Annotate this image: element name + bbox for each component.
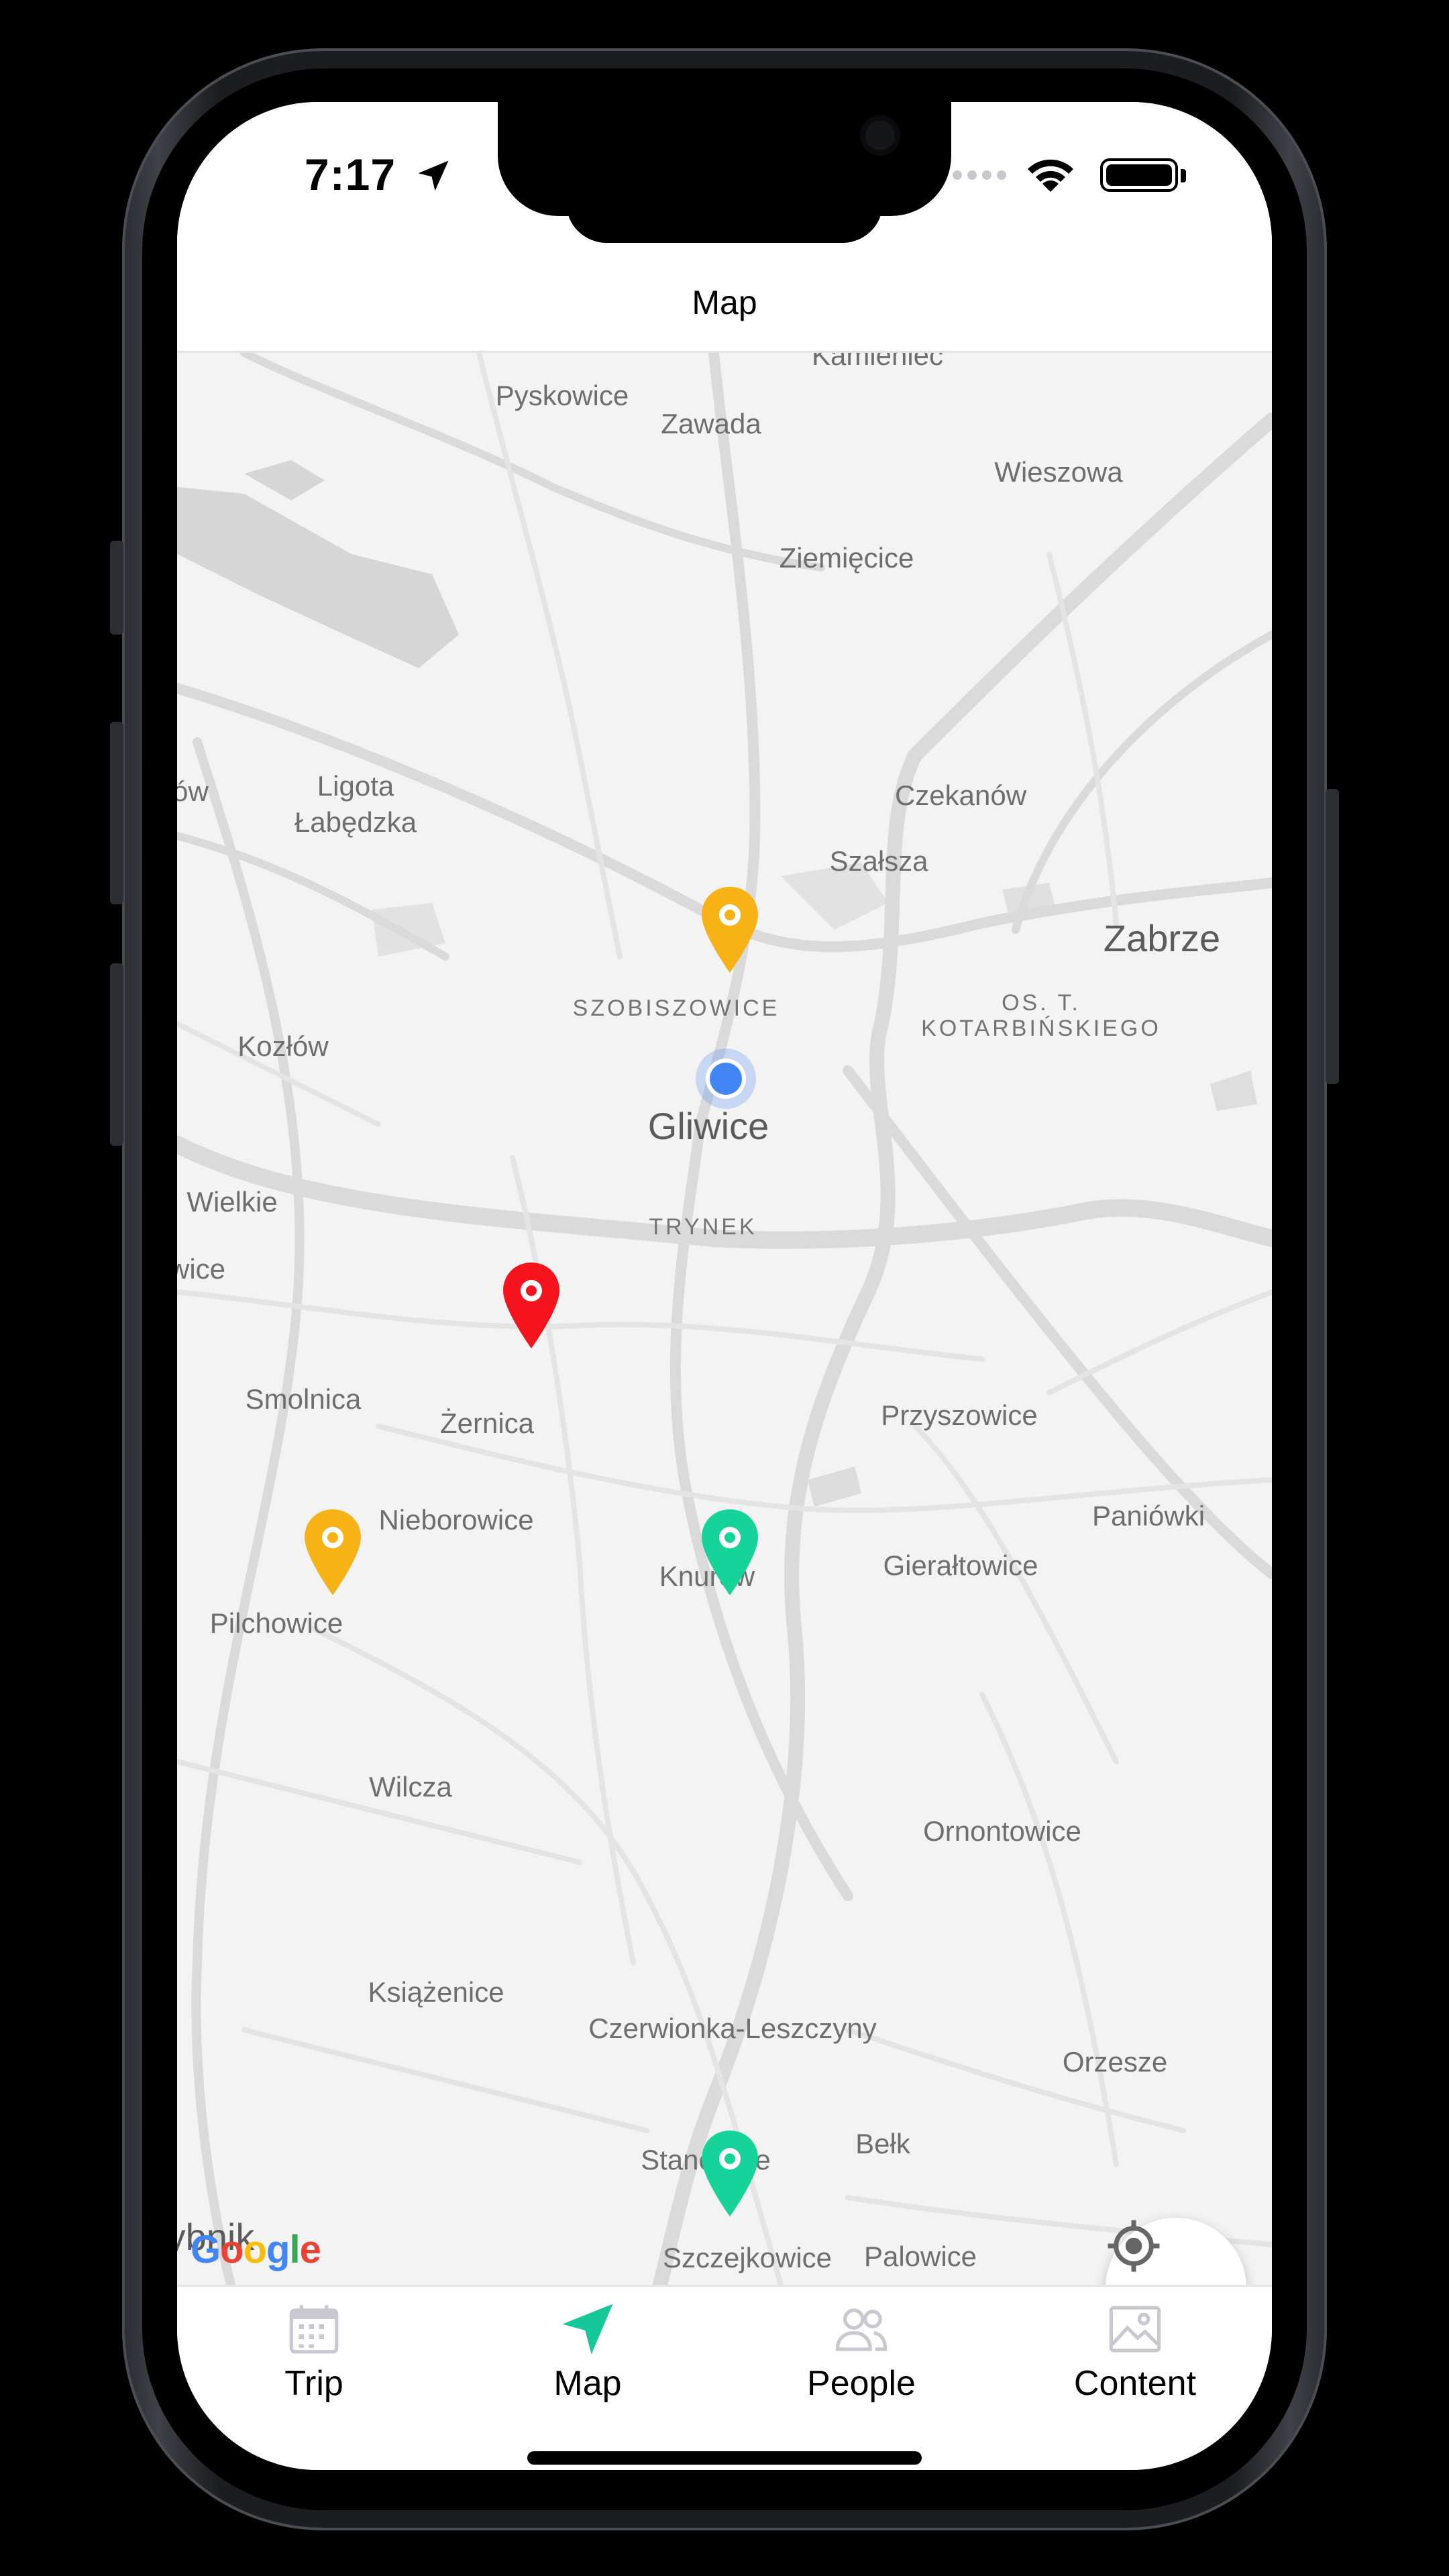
place-label: Pilchowice [209,1607,343,1639]
place-label: Kozłów [237,1030,329,1062]
place-label: Zawada [661,408,761,439]
home-indicator[interactable] [527,2451,922,2465]
crosshair-icon [1108,2220,1160,2272]
map-pin-red[interactable] [499,1260,564,1351]
place-label: SZOBISZOWICE [572,996,780,1021]
place-label: Wielkie [186,1186,278,1218]
place-label: Czekanów [894,780,1027,811]
place-label: Ligota [317,770,394,802]
place-label: ów [177,775,209,807]
wifi-icon [1028,159,1073,192]
cellular-signal-icon [953,170,1012,183]
people-icon [835,2308,888,2351]
image-icon [1109,2306,1161,2353]
place-label: Orzesze [1062,2046,1168,2078]
place-label: Gliwice [647,1105,769,1147]
notch-lower [566,182,883,243]
nav-header: Map [177,250,1272,353]
google-logo: Google [191,2228,321,2271]
place-label: KOTARBIŃSKIEGO [921,1016,1161,1041]
status-bar: 7:17 [177,102,1272,250]
side-button-mute [110,541,123,635]
place-label: TRYNEK [649,1214,757,1240]
place-label: Wilcza [369,1771,452,1803]
place-label: Pyskowice [495,380,629,411]
place-label: Nieborowice [378,1504,534,1536]
navigation-arrow-icon [562,2304,613,2355]
place-label: Książenice [368,1976,504,2008]
tab-label: Trip [284,2364,343,2403]
map-pin-yellow[interactable] [301,1507,365,1598]
battery-icon [1100,158,1178,192]
tab-label: Content [1073,2364,1197,2403]
side-button-volume-up [110,722,123,904]
user-location-dot [696,1049,756,1109]
location-arrow-icon [418,160,449,191]
place-label: Ziemięcice [779,542,914,574]
place-label: Kamieniec [811,353,944,371]
tab-bar: Trip Map People Content [177,2285,1272,2470]
tab-people[interactable]: People [724,2299,998,2413]
tab-content[interactable]: Content [998,2299,1272,2413]
place-label: Ornontowice [923,1815,1081,1847]
place-label: Łabędzka [294,806,417,838]
side-button-power [1326,789,1339,1084]
place-label: Przyszowice [881,1399,1038,1431]
place-label: Żernica [439,1407,535,1439]
map-view[interactable]: Kamieniec Pyskowice Zawada Wieszowa Ziem… [177,353,1272,2285]
page-title: Map [692,284,757,321]
place-label: Paniówki [1091,1500,1205,1532]
place-label: OS. T. [1002,990,1081,1016]
place-label: Wieszowa [994,456,1123,488]
map-roads [177,353,1272,2285]
place-label: Palowice [863,2241,977,2272]
tab-label: Map [553,2364,622,2403]
map-pin-green[interactable] [698,2128,762,2219]
place-label: Smolnica [245,1383,362,1415]
camera [860,115,900,156]
place-label: Szczejkowice [662,2242,833,2273]
map-pin-yellow[interactable] [698,884,762,975]
place-label: Bełk [855,2128,910,2159]
tab-trip[interactable]: Trip [177,2299,451,2413]
tab-map[interactable]: Map [451,2299,724,2413]
place-label: Szałsza [829,845,928,877]
status-time: 7:17 [305,150,396,199]
calendar-icon [289,2305,339,2354]
map-pin-green[interactable] [698,1507,762,1598]
place-label: wice [177,1253,226,1285]
battery-nub [1181,169,1186,182]
place-label: Gierałtowice [883,1550,1038,1581]
side-button-volume-down [110,963,123,1146]
tab-label: People [807,2364,916,2403]
screen: 7:17 Map Kamieniec Pyskowice Zawada Wies… [177,102,1272,2470]
place-label: Czerwionka-Leszczyny [588,2012,877,2044]
place-label: Zabrze [1103,917,1221,959]
